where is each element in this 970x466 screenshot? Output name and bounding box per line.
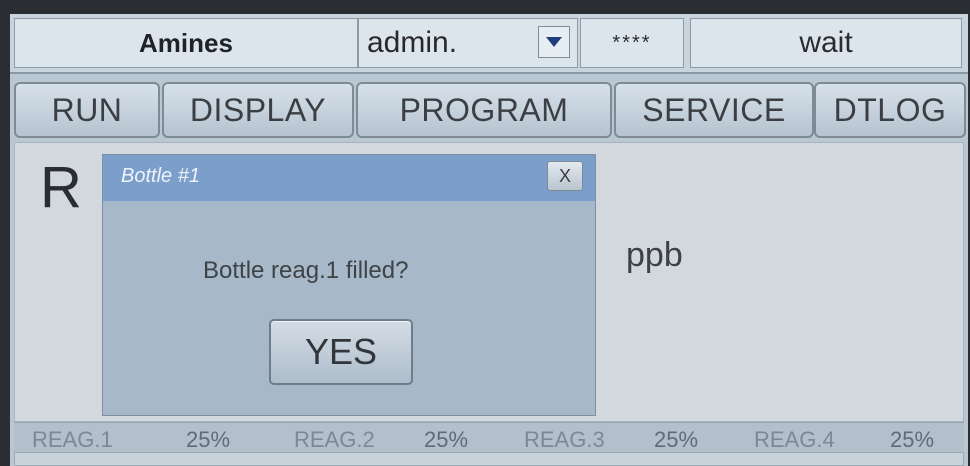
tab-display[interactable]: DISPLAY — [162, 82, 354, 138]
chevron-down-icon — [546, 37, 562, 47]
dialog-message: Bottle reag.1 filled? — [203, 257, 409, 284]
status-indicator: wait — [690, 18, 962, 68]
reagent-status-bar: REAG.1 25% REAG.2 25% REAG.3 25% REAG.4 … — [14, 422, 964, 453]
bottle-dialog: Bottle #1 X Bottle reag.1 filled? YES — [102, 154, 596, 416]
measurement-label: R — [40, 155, 82, 220]
bottom-strip — [14, 452, 964, 466]
user-dropdown-button[interactable] — [538, 26, 570, 58]
tab-dtlog[interactable]: DTLOG — [814, 82, 966, 138]
dialog-close-button[interactable]: X — [547, 161, 583, 191]
top-status-bar: Amines admin. **** wait — [10, 14, 968, 74]
unit-label: ppb — [626, 236, 683, 274]
reagent-label: REAG.4 — [754, 427, 835, 452]
reagent-label: REAG.2 — [294, 427, 375, 452]
tab-run[interactable]: RUN — [14, 82, 160, 138]
device-screen: Amines admin. **** wait RUN DISPLAY PROG… — [10, 14, 968, 466]
yes-button[interactable]: YES — [269, 319, 413, 385]
tab-program[interactable]: PROGRAM — [356, 82, 612, 138]
password-field[interactable]: **** — [580, 18, 684, 68]
user-name: admin. — [367, 26, 458, 59]
reagent-label: REAG.3 — [524, 427, 605, 452]
reagent-percent: 25% — [654, 427, 699, 452]
dialog-title-bar: Bottle #1 X — [103, 155, 595, 201]
dialog-title: Bottle #1 — [121, 165, 200, 187]
reagent-label: REAG.1 — [32, 427, 113, 452]
app-name: Amines — [14, 18, 358, 68]
tab-service[interactable]: SERVICE — [614, 82, 814, 138]
reagent-percent: 25% — [186, 427, 231, 452]
reagent-percent: 25% — [424, 427, 469, 452]
reagent-percent: 25% — [890, 427, 935, 452]
